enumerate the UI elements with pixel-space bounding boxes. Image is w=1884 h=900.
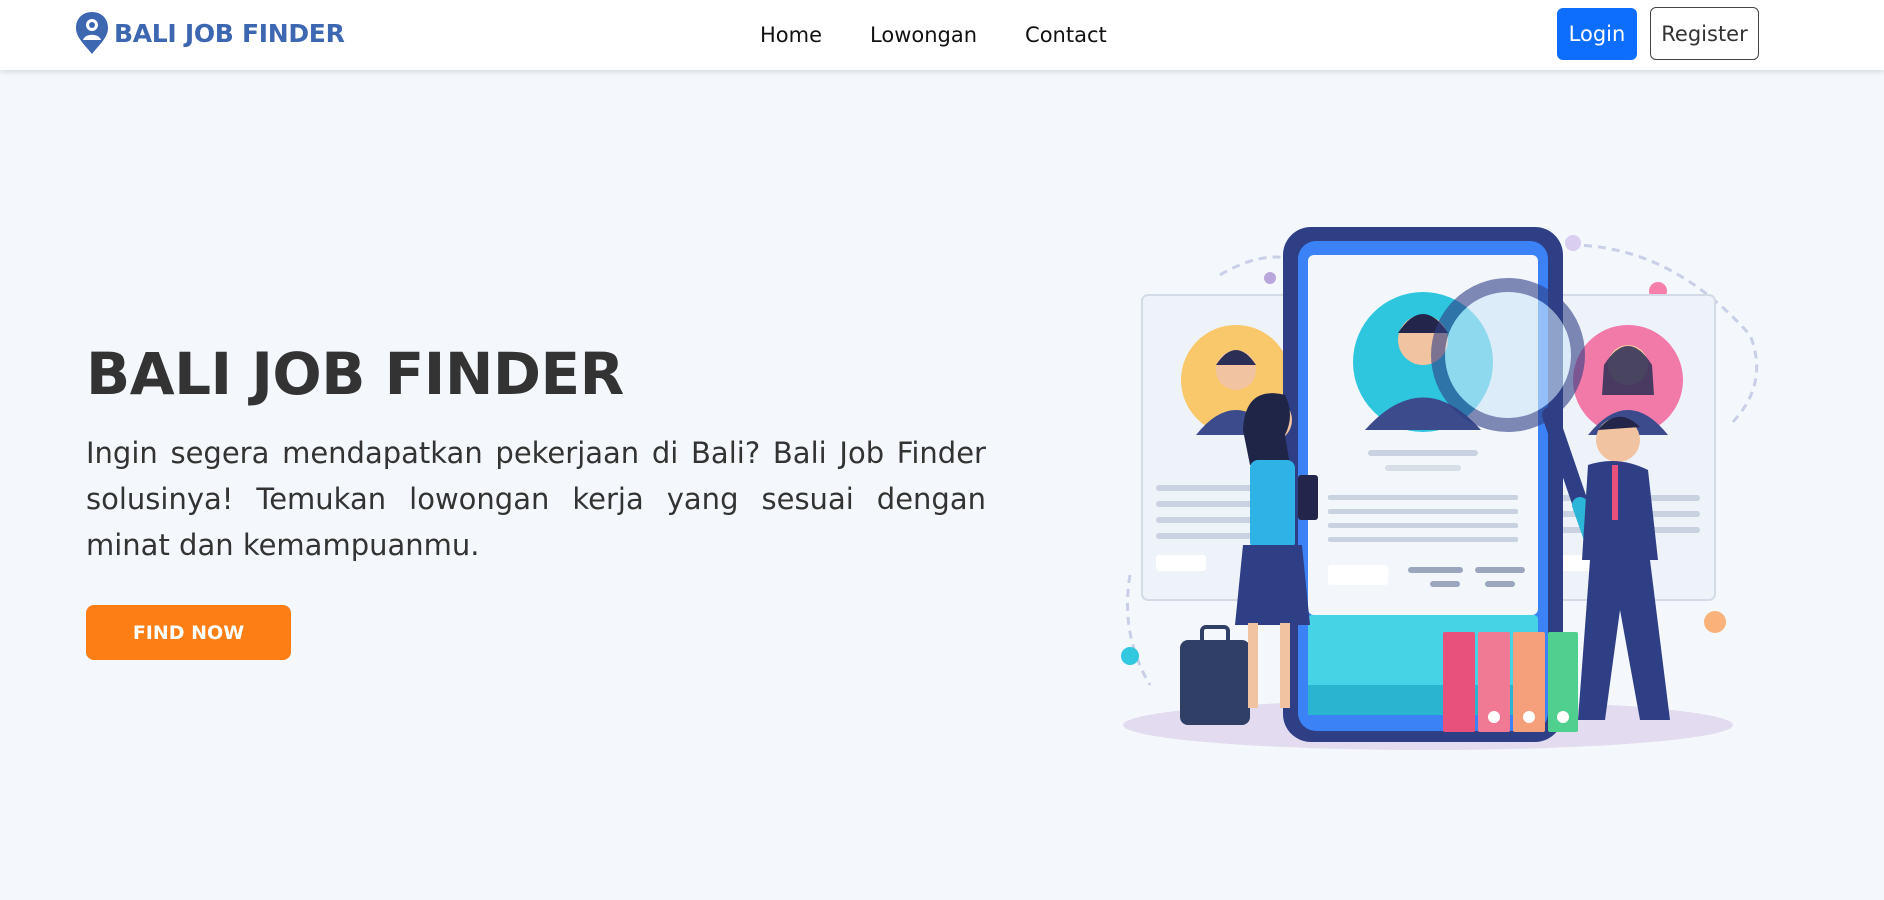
brand-name: BALI JOB FINDER <box>114 18 345 48</box>
nav-link-lowongan[interactable]: Lowongan <box>870 23 977 47</box>
hero-illustration <box>1121 227 1759 750</box>
nav-link-home[interactable]: Home <box>760 23 822 47</box>
location-pin-person-icon <box>76 12 108 54</box>
navbar: BALI JOB FINDER Home Lowongan Contact Lo… <box>0 0 1884 70</box>
hero-title: BALI JOB FINDER <box>86 340 624 408</box>
nav-links: Home Lowongan Contact <box>760 0 1155 70</box>
register-button[interactable]: Register <box>1650 7 1759 60</box>
find-now-button[interactable]: FIND NOW <box>86 605 291 660</box>
nav-link-contact[interactable]: Contact <box>1025 23 1107 47</box>
hero-description: Ingin segera mendapatkan pekerjaan di Ba… <box>86 436 986 562</box>
brand-logo[interactable]: BALI JOB FINDER <box>74 10 345 56</box>
login-button[interactable]: Login <box>1557 8 1637 60</box>
